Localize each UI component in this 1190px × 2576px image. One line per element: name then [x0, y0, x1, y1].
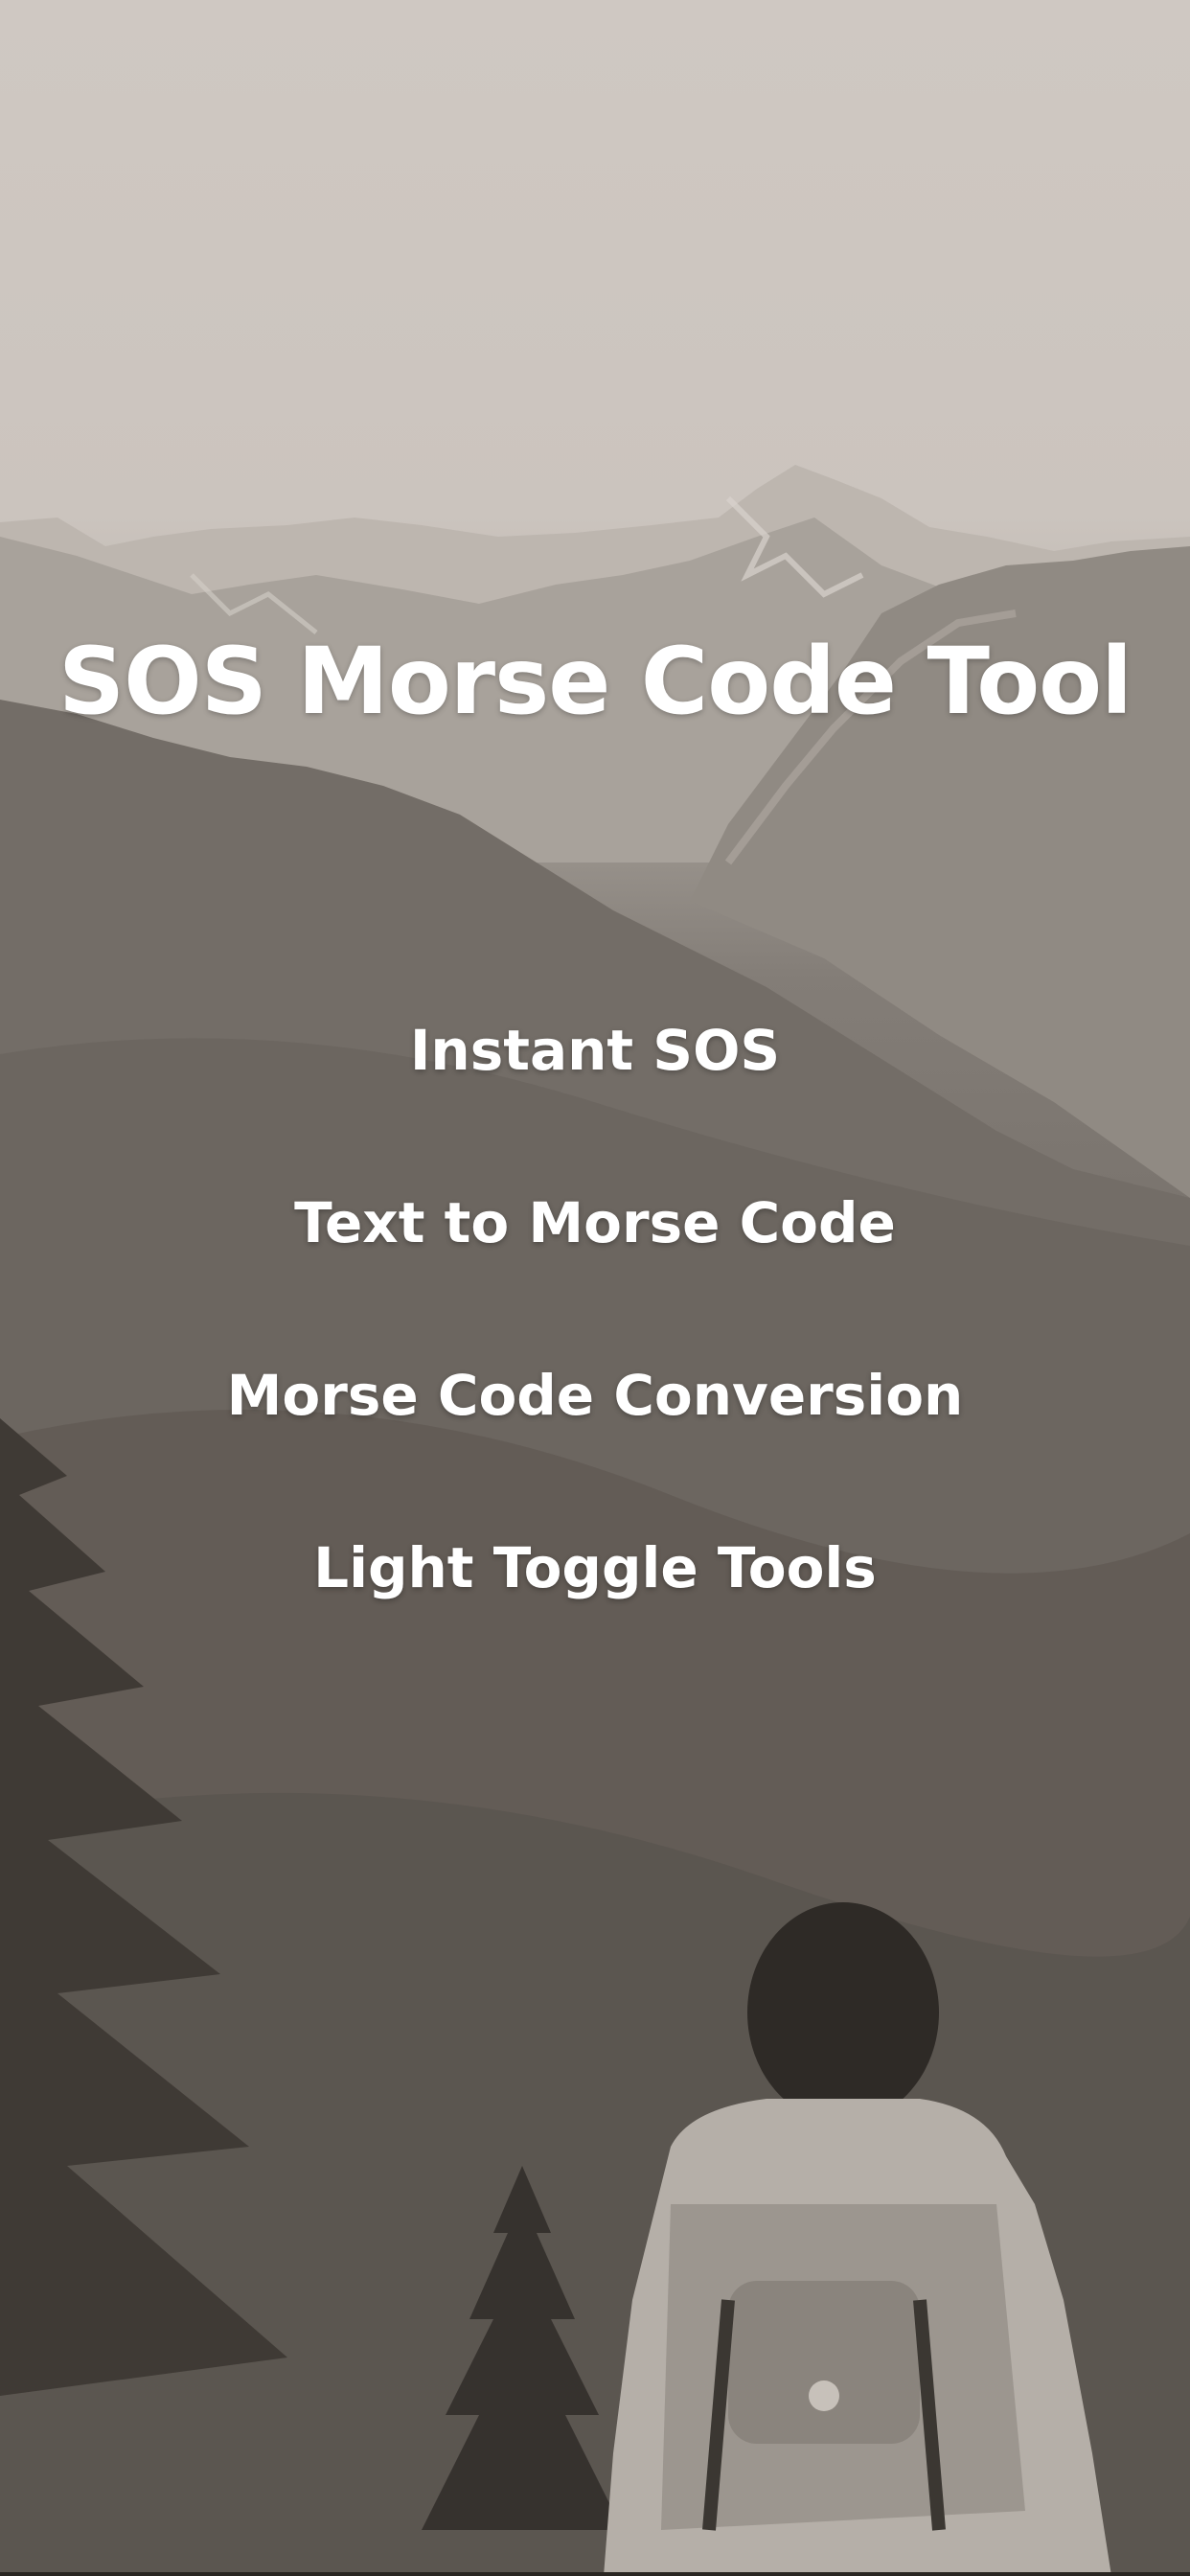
menu-item-label[interactable]: Instant SOS [410, 1018, 780, 1083]
menu-item-label[interactable]: Text to Morse Code [294, 1190, 896, 1255]
app-title: SOS Morse Code Tool [57, 628, 1133, 735]
menu-item-label[interactable]: Morse Code Conversion [227, 1363, 964, 1428]
menu-item-text-to-morse[interactable]: Text to Morse Code [0, 1190, 1190, 1363]
main-menu: Instant SOS Text to Morse Code Morse Cod… [0, 1018, 1190, 1708]
menu-item-morse-conversion[interactable]: Morse Code Conversion [0, 1363, 1190, 1535]
home-screen: SOS Morse Code Tool Instant SOS Text to … [0, 0, 1190, 2576]
bottom-edge-bar [0, 2572, 1190, 2576]
menu-item-light-toggle-tools[interactable]: Light Toggle Tools [0, 1535, 1190, 1708]
menu-item-instant-sos[interactable]: Instant SOS [0, 1018, 1190, 1190]
menu-item-label[interactable]: Light Toggle Tools [313, 1535, 877, 1600]
